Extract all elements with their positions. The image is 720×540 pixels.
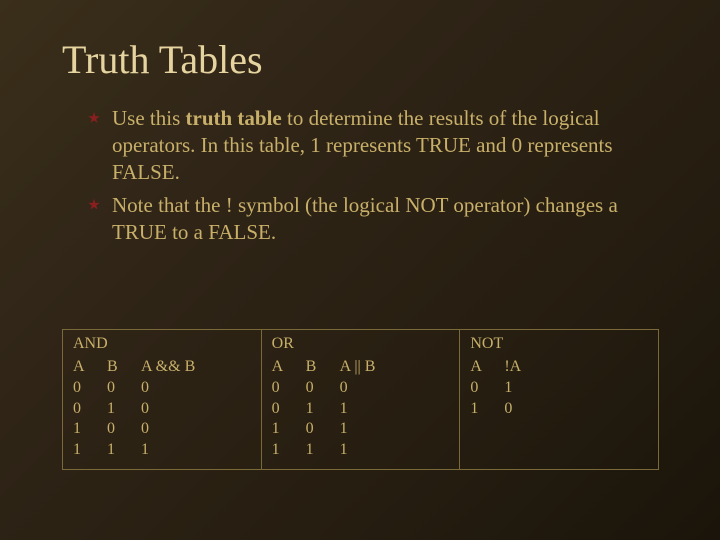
cell: 0	[73, 399, 107, 420]
table-and: AND A B A && B 0 0 0 0 1 0 1 0 0 1 1 1	[63, 330, 262, 469]
col-header: A && B	[141, 357, 255, 378]
col-header: B	[107, 357, 141, 378]
cell: 0	[73, 378, 107, 399]
col-header: A || B	[340, 357, 454, 378]
table-title: OR	[272, 334, 454, 355]
table-grid: A B A || B 0 0 0 0 1 1 1 0 1 1 1 1	[272, 357, 454, 461]
cell: 0	[272, 378, 306, 399]
bullet-text-pre: Note that the ! symbol (the logical NOT …	[112, 193, 618, 244]
bullet-item: Use this truth table to determine the re…	[88, 105, 658, 186]
cell: 0	[306, 419, 340, 440]
bullet-item: Note that the ! symbol (the logical NOT …	[88, 192, 658, 246]
table-not: NOT A !A 0 1 1 0	[460, 330, 658, 469]
cell: 0	[141, 419, 255, 440]
cell: 1	[306, 440, 340, 461]
cell: 1	[73, 419, 107, 440]
col-header: A	[272, 357, 306, 378]
cell: 0	[107, 378, 141, 399]
cell: 0	[340, 378, 454, 399]
col-header: A	[470, 357, 504, 378]
cell: 1	[340, 440, 454, 461]
cell: 0	[141, 378, 255, 399]
slide: Truth Tables Use this truth table to det…	[0, 0, 720, 540]
slide-title: Truth Tables	[62, 36, 658, 83]
body-text: Use this truth table to determine the re…	[88, 105, 658, 245]
cell: 1	[272, 419, 306, 440]
cell: 0	[470, 378, 504, 399]
cell: 1	[73, 440, 107, 461]
bullet-text-bold: truth table	[186, 106, 282, 130]
col-header: A	[73, 357, 107, 378]
cell: 0	[272, 399, 306, 420]
cell: 1	[306, 399, 340, 420]
cell: 0	[504, 399, 652, 420]
cell: 1	[470, 399, 504, 420]
cell: 1	[340, 419, 454, 440]
col-header: !A	[504, 357, 652, 378]
cell: 1	[504, 378, 652, 399]
table-grid: A B A && B 0 0 0 0 1 0 1 0 0 1 1 1	[73, 357, 255, 461]
cell: 0	[107, 419, 141, 440]
bullet-text-pre: Use this	[112, 106, 186, 130]
col-header: B	[306, 357, 340, 378]
cell: 0	[141, 399, 255, 420]
cell: 1	[340, 399, 454, 420]
cell: 1	[107, 440, 141, 461]
table-title: AND	[73, 334, 255, 355]
cell: 1	[141, 440, 255, 461]
table-or: OR A B A || B 0 0 0 0 1 1 1 0 1 1 1 1	[262, 330, 461, 469]
cell: 1	[107, 399, 141, 420]
cell: 1	[272, 440, 306, 461]
cell: 0	[306, 378, 340, 399]
table-title: NOT	[470, 334, 652, 355]
truth-tables: AND A B A && B 0 0 0 0 1 0 1 0 0 1 1 1 O…	[62, 329, 659, 470]
table-grid: A !A 0 1 1 0	[470, 357, 652, 419]
